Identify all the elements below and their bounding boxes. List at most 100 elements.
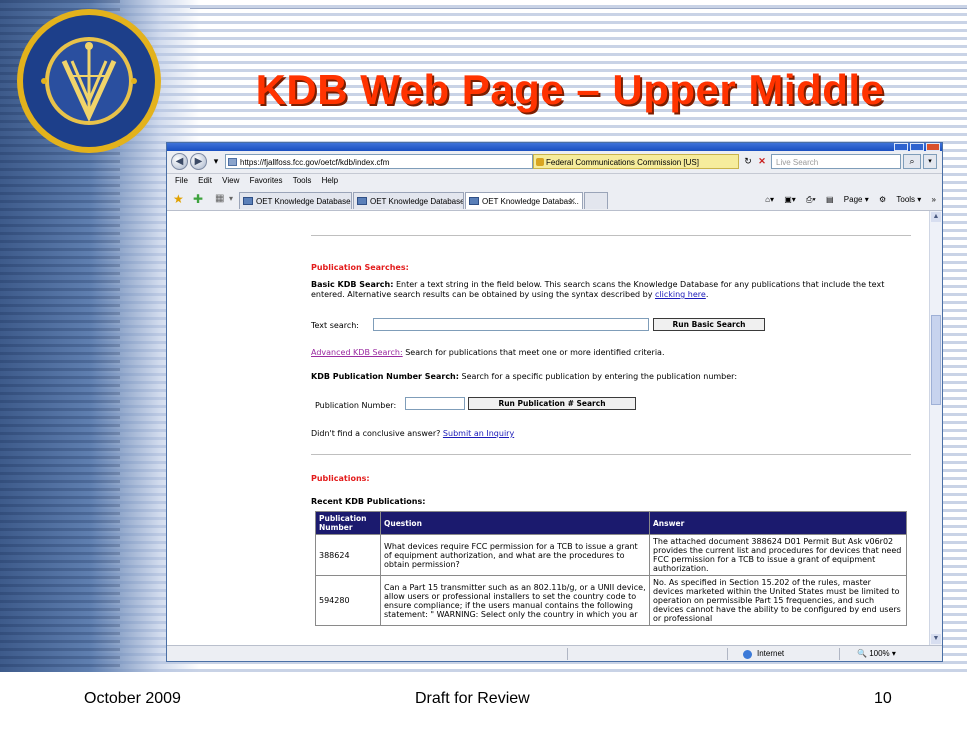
answer-cell: The attached document 388624 D01 Permit … [649, 534, 907, 576]
url-text: https://fjallfoss.fcc.gov/oetcf/kdb/inde… [240, 158, 390, 167]
live-search-input[interactable]: Live Search [771, 154, 901, 169]
feeds-icon[interactable]: ▣▾ [784, 195, 796, 204]
page-icon [228, 158, 237, 166]
tools-menu[interactable]: ⚙ Tools ▾ [879, 195, 921, 204]
zoom-level[interactable]: 🔍 100% ▾ [857, 646, 896, 661]
stop-icon[interactable]: ✕ [755, 154, 769, 169]
run-basic-search-button[interactable]: Run Basic Search [653, 318, 765, 331]
clicking-here-link[interactable]: clicking here [655, 290, 706, 299]
menu-help[interactable]: Help [322, 174, 338, 188]
scroll-up-arrow-icon[interactable]: ▲ [931, 212, 941, 222]
new-tab-button[interactable] [584, 192, 608, 209]
page-menu[interactable]: ▤ Page ▾ [826, 195, 869, 204]
window-titlebar [167, 143, 942, 151]
maximize-button[interactable] [910, 143, 924, 151]
footer-draft-label: Draft for Review [415, 690, 530, 707]
command-bar: ⌂▾ ▣▾ ⎙▾ ▤ Page ▾ ⚙ Tools ▾ » [757, 192, 936, 208]
tab-bar: ★ ✚ ▦ ▾ OET Knowledge Database (K... OET… [167, 188, 942, 211]
back-arrow-icon[interactable]: ◀ [171, 153, 188, 170]
basic-search-label: Basic KDB Search: [311, 280, 394, 289]
pubnum-search-text: Search for a specific publication by ent… [458, 372, 738, 381]
basic-search-text: Enter a text string in the field below. … [311, 280, 885, 299]
menu-edit[interactable]: Edit [198, 174, 212, 188]
page-content: Publication Searches: Basic KDB Search: … [167, 211, 929, 645]
search-icon[interactable]: ⌕ [903, 154, 921, 169]
url-input[interactable]: https://fjallfoss.fcc.gov/oetcf/kdb/inde… [225, 154, 533, 169]
recent-publications-heading: Recent KDB Publications: [311, 497, 426, 506]
security-certificate-indicator[interactable]: Federal Communications Commission [US] [533, 154, 739, 169]
column-header-number: Publication Number [315, 511, 381, 535]
slide-title: KDB Web Page – Upper Middle [255, 66, 885, 113]
certificate-text: Federal Communications Commission [US] [546, 158, 699, 167]
menu-file[interactable]: File [175, 174, 188, 188]
vertical-scrollbar[interactable]: ▲ ▼ [929, 211, 942, 645]
basic-search-description: Basic KDB Search: Enter a text string in… [311, 280, 885, 299]
tab-label: OET Knowledge Database (K... [370, 197, 464, 206]
recent-publications-table: Publication Number Question Answer 38862… [315, 511, 907, 626]
home-icon[interactable]: ⌂▾ [765, 195, 774, 204]
divider [311, 454, 911, 455]
quick-tabs-icon[interactable]: ▦ [215, 192, 224, 206]
publication-number-cell: 594280 [315, 575, 381, 626]
fcc-seal-logo [17, 9, 161, 153]
add-favorite-icon[interactable]: ✚ [193, 192, 203, 206]
tab-kdb-3-active[interactable]: OET Knowledge Databas... ✕ [465, 192, 583, 209]
column-header-question: Question [380, 511, 650, 535]
history-dropdown-icon[interactable]: ▾ [209, 154, 223, 169]
inquiry-text: Didn't find a conclusive answer? [311, 429, 443, 438]
zoom-text: 100% [869, 649, 890, 658]
slide-number: 10 [874, 690, 892, 707]
tab-page-icon [243, 197, 253, 205]
footer-date: October 2009 [84, 690, 181, 707]
status-bar: Internet 🔍 100% ▾ [167, 645, 942, 661]
tab-kdb-1[interactable]: OET Knowledge Database (K... [239, 192, 352, 209]
zone-text: Internet [757, 649, 785, 658]
text-search-input[interactable] [373, 318, 649, 331]
status-separator [567, 648, 568, 660]
submit-inquiry-link[interactable]: Submit an Inquiry [443, 429, 514, 438]
column-header-answer: Answer [649, 511, 907, 535]
advanced-search-line: Advanced KDB Search: Search for publicat… [311, 348, 911, 358]
forward-arrow-icon[interactable]: ▶ [190, 153, 207, 170]
publication-number-input[interactable] [405, 397, 465, 410]
table-header-row: Publication Number Question Answer [315, 511, 907, 535]
publications-heading: Publications: [311, 474, 370, 483]
menu-view[interactable]: View [222, 174, 239, 188]
tab-list-dropdown-icon[interactable]: ▾ [229, 192, 233, 206]
globe-icon [743, 650, 752, 659]
question-cell: Can a Part 15 transmitter such as an 802… [380, 575, 650, 626]
divider [311, 235, 911, 236]
answer-cell: No. As specified in Section 15.202 of th… [649, 575, 907, 626]
menu-favorites[interactable]: Favorites [250, 174, 283, 188]
advanced-search-link[interactable]: Advanced KDB Search: [311, 348, 403, 357]
pubnum-search-label: KDB Publication Number Search: [311, 372, 459, 381]
table-row[interactable]: 388624 What devices require FCC permissi… [315, 534, 907, 576]
menu-tools[interactable]: Tools [293, 174, 312, 188]
tab-kdb-2[interactable]: OET Knowledge Database (K... [353, 192, 464, 209]
publication-number-label: Publication Number: [315, 401, 397, 410]
table-row[interactable]: 594280 Can a Part 15 transmitter such as… [315, 575, 907, 626]
tab-label: OET Knowledge Databas... [482, 197, 579, 206]
run-publication-search-button[interactable]: Run Publication # Search [468, 397, 636, 410]
scrollbar-thumb[interactable] [931, 315, 941, 405]
scroll-down-arrow-icon[interactable]: ▼ [931, 634, 941, 644]
advanced-search-text: Search for publications that meet one or… [402, 348, 665, 357]
pubnum-search-description: KDB Publication Number Search: Search fo… [311, 372, 911, 382]
favorites-star-icon[interactable]: ★ [173, 192, 184, 206]
question-cell: What devices require FCC permission for … [380, 534, 650, 576]
tab-page-icon [469, 197, 479, 205]
status-separator [839, 648, 840, 660]
minimize-button[interactable] [894, 143, 908, 151]
close-window-button[interactable] [926, 143, 940, 151]
lock-icon [536, 158, 544, 166]
search-options-dropdown-icon[interactable]: ▾ [923, 154, 937, 169]
text-search-label: Text search: [311, 321, 359, 330]
chevron-more-icon[interactable]: » [932, 195, 936, 204]
print-icon[interactable]: ⎙▾ [806, 195, 816, 204]
header-rule [190, 8, 967, 9]
tab-page-icon [357, 197, 367, 205]
close-tab-icon[interactable]: ✕ [568, 193, 576, 209]
browser-window: ◀ ▶ ▾ https://fjallfoss.fcc.gov/oetcf/kd… [166, 142, 943, 662]
publication-searches-heading: Publication Searches: [311, 263, 409, 272]
refresh-icon[interactable]: ↻ [741, 154, 755, 169]
